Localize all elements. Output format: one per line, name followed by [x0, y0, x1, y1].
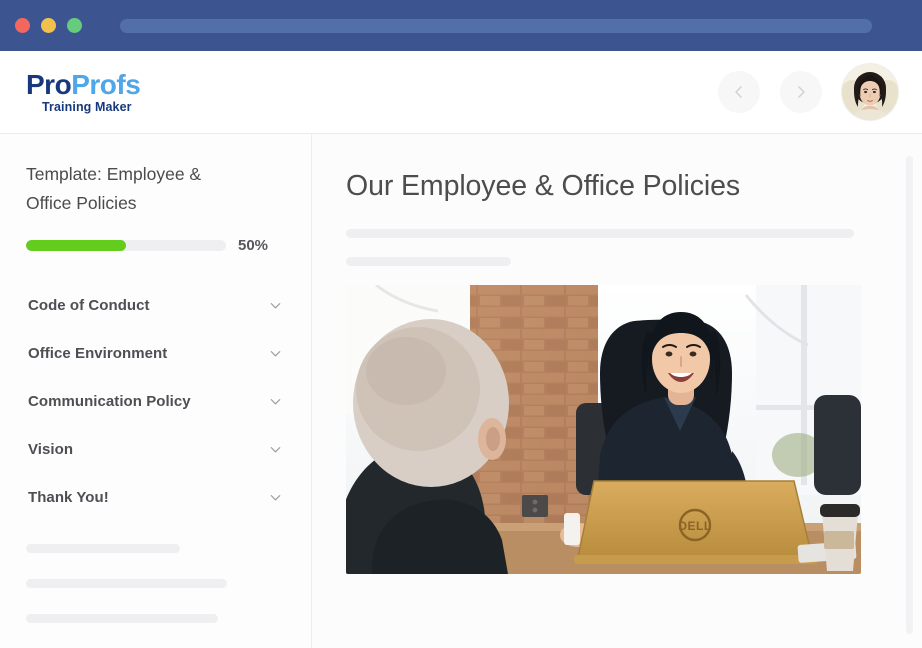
app-header: ProProfs Training Maker [0, 51, 922, 134]
sidebar-item-office-environment[interactable]: Office Environment [26, 330, 285, 378]
sidebar-item-label: Office Environment [28, 345, 168, 363]
logo-subtitle: Training Maker [42, 99, 132, 114]
placeholder-bar [346, 257, 511, 267]
lesson-content: Our Employee & Office Policies DELL [312, 134, 922, 648]
logo-text-profs: Profs [71, 68, 141, 100]
window-controls [15, 18, 82, 33]
content-loading-placeholders [346, 229, 878, 267]
sidebar-item-vision[interactable]: Vision [26, 426, 285, 474]
sidebar-item-label: Code of Conduct [28, 297, 150, 315]
close-window-button[interactable] [15, 18, 30, 33]
chevron-left-icon [731, 84, 747, 100]
browser-window: ProProfs Training Maker Template: Employ… [0, 0, 922, 648]
maximize-window-button[interactable] [67, 18, 82, 33]
sidebar-item-code-of-conduct[interactable]: Code of Conduct [26, 282, 285, 330]
proprofs-logo[interactable]: ProProfs Training Maker [26, 68, 141, 114]
progress-fill [26, 239, 126, 251]
progress-track [26, 239, 226, 251]
table-of-contents: Code of Conduct Office Environment Commu… [26, 282, 285, 522]
page-title: Our Employee & Office Policies [346, 170, 741, 202]
minimize-window-button[interactable] [41, 18, 56, 33]
chevron-down-icon[interactable] [268, 442, 283, 457]
previous-button[interactable] [718, 71, 760, 113]
course-progress: 50% [26, 237, 285, 254]
chevron-down-icon[interactable] [268, 490, 283, 505]
chevron-down-icon[interactable] [268, 346, 283, 361]
avatar-portrait-icon [842, 64, 898, 120]
sidebar-item-label: Vision [28, 441, 74, 459]
chevron-down-icon[interactable] [268, 298, 283, 313]
content-area: Our Employee & Office Policies DELL [312, 134, 922, 648]
address-bar[interactable] [120, 19, 872, 33]
app-body: Template: Employee & Office Policies 50%… [0, 134, 922, 648]
placeholder-bar [346, 229, 854, 239]
placeholder-bar [26, 543, 180, 553]
sidebar-item-label: Thank You! [28, 489, 109, 507]
logo-wordmark: ProProfs [26, 68, 141, 100]
svg-text:DELL: DELL [678, 519, 711, 533]
header-actions [718, 64, 898, 120]
progress-percent-label: 50% [238, 236, 269, 254]
placeholder-bar [26, 578, 227, 588]
chevron-right-icon [793, 84, 809, 100]
chevron-down-icon[interactable] [268, 394, 283, 409]
placeholder-bar [26, 613, 218, 623]
content-scrollbar[interactable] [906, 156, 913, 634]
course-sidebar: Template: Employee & Office Policies 50%… [0, 134, 312, 648]
browser-titlebar [0, 0, 922, 51]
sidebar-loading-placeholders [26, 543, 285, 623]
hero-image: DELL [346, 285, 861, 575]
template-title: Template: Employee & Office Policies [26, 164, 202, 213]
next-button[interactable] [780, 71, 822, 113]
avatar[interactable] [842, 64, 898, 120]
sidebar-item-label: Communication Policy [28, 393, 191, 411]
office-meeting-photo: DELL [346, 285, 861, 575]
sidebar-item-communication-policy[interactable]: Communication Policy [26, 378, 285, 426]
sidebar-item-thank-you[interactable]: Thank You! [26, 474, 285, 522]
logo-text-pro: Pro [26, 68, 72, 100]
